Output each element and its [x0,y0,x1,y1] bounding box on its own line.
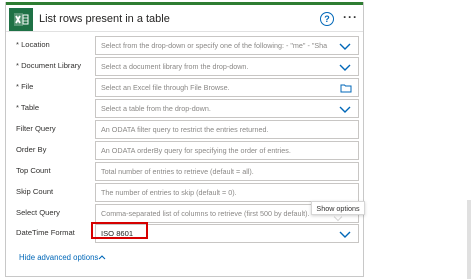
skip-count-input[interactable]: The number of entries to skip (default =… [95,183,359,202]
chevron-down-icon[interactable] [339,62,351,72]
field-label-document-library: * Document Library [16,61,81,70]
chevron-down-icon[interactable] [339,229,351,239]
chevron-up-icon[interactable] [98,254,106,260]
action-card: List rows present in a table ? ··· * Loc… [5,2,364,277]
field-label-location: * Location [16,40,50,49]
select-query-placeholder: Comma-separated list of columns to retri… [101,209,310,218]
field-row-document-library: * Document Library Select a document lib… [6,57,363,77]
field-label-skip-count: Skip Count [16,187,54,196]
filter-query-placeholder: An ODATA filter query to restrict the en… [101,125,269,134]
field-row-datetime-format: DateTime Format ISO 8601 [6,224,363,244]
field-row-skip-count: Skip Count The number of entries to skip… [6,183,363,203]
action-header[interactable]: List rows present in a table ? ··· [6,2,363,32]
field-row-order-by: Order By An ODATA orderBy query for spec… [6,141,363,161]
field-label-filter-query: Filter Query [16,124,56,133]
field-label-datetime-format: DateTime Format [16,228,75,237]
field-label-top-count: Top Count [16,166,51,175]
hide-advanced-options-link[interactable]: Hide advanced options [19,253,98,262]
document-library-dropdown[interactable]: Select a document library from the drop-… [95,57,359,76]
field-row-top-count: Top Count Total number of entries to ret… [6,162,363,182]
filter-query-input[interactable]: An ODATA filter query to restrict the en… [95,120,359,139]
field-row-select-query: Select Query Comma-separated list of col… [6,204,363,224]
field-label-table: * Table [16,103,40,112]
field-row-filter-query: Filter Query An ODATA filter query to re… [6,120,363,140]
table-placeholder: Select a table from the drop-down. [101,104,211,113]
help-icon[interactable]: ? [320,12,334,26]
location-placeholder: Select from the drop-down or specify one… [101,41,328,50]
order-by-input[interactable]: An ODATA orderBy query for specifying th… [95,141,359,160]
field-label-select-query: Select Query [16,208,60,217]
folder-icon[interactable] [340,83,352,93]
top-count-placeholder: Total number of entries to retrieve (def… [101,167,254,176]
scrollbar[interactable] [467,200,471,279]
datetime-format-dropdown[interactable]: ISO 8601 [95,224,359,243]
chevron-down-icon[interactable] [339,41,351,51]
field-label-order-by: Order By [16,145,47,154]
more-options-icon[interactable]: ··· [343,10,358,24]
location-dropdown[interactable]: Select from the drop-down or specify one… [95,36,359,55]
table-dropdown[interactable]: Select a table from the drop-down. [95,99,359,118]
action-title: List rows present in a table [39,13,170,25]
datetime-format-value: ISO 8601 [101,229,134,238]
field-row-location: * Location Select from the drop-down or … [6,36,363,56]
show-options-tooltip: Show options [311,201,365,215]
order-by-placeholder: An ODATA orderBy query for specifying th… [101,146,291,155]
file-placeholder: Select an Excel file through File Browse… [101,83,230,92]
excel-icon [9,8,33,31]
field-label-file: * File [16,82,34,91]
chevron-down-icon[interactable] [339,104,351,114]
document-library-placeholder: Select a document library from the drop-… [101,62,249,71]
top-count-input[interactable]: Total number of entries to retrieve (def… [95,162,359,181]
file-input[interactable]: Select an Excel file through File Browse… [95,78,359,97]
field-row-table: * Table Select a table from the drop-dow… [6,99,363,119]
field-row-file: * File Select an Excel file through File… [6,78,363,98]
skip-count-placeholder: The number of entries to skip (default =… [101,188,237,197]
